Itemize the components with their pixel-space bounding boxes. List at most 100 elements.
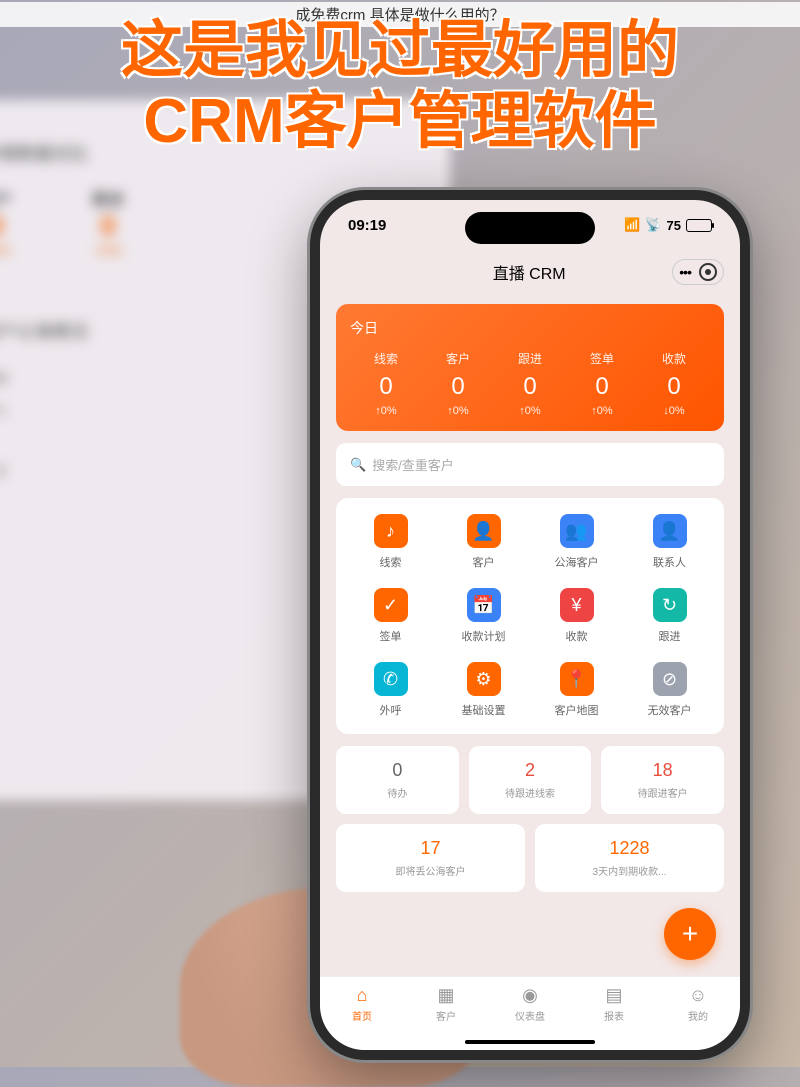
grid-label: 无效客户	[623, 702, 716, 718]
today-label: 今日	[350, 318, 710, 338]
grid-label: 签单	[344, 628, 437, 644]
grid-item-客户[interactable]: 👤 客户	[437, 514, 530, 570]
grid-item-基础设置[interactable]: ⚙ 基础设置	[437, 662, 530, 718]
stat-card[interactable]: 0 待办	[336, 746, 459, 814]
grid-item-收款[interactable]: ¥ 收款	[530, 588, 623, 644]
battery-pct: 75	[667, 218, 681, 233]
phone-notch	[465, 212, 595, 244]
grid-label: 外呼	[344, 702, 437, 718]
card-value: 0	[342, 760, 453, 781]
nav-label: 仪表盘	[488, 1008, 572, 1023]
stat-card[interactable]: 2 待跟进线索	[469, 746, 592, 814]
today-stat-item[interactable]: 跟进 0 ↑0%	[494, 350, 566, 417]
feature-grid: ♪ 线索👤 客户👥 公海客户👤 联系人✓ 签单📅 收款计划¥ 收款↻ 跟进✆ 外…	[336, 498, 724, 734]
card-value: 17	[342, 838, 519, 859]
grid-item-签单[interactable]: ✓ 签单	[344, 588, 437, 644]
stat-card[interactable]: 1228 3天内到期收款...	[535, 824, 724, 892]
stat-card[interactable]: 18 待跟进客户	[601, 746, 724, 814]
nav-item-仪表盘[interactable]: ◉ 仪表盘	[488, 977, 572, 1038]
grid-item-无效客户[interactable]: ⊘ 无效客户	[623, 662, 716, 718]
grid-icon: 👤	[467, 514, 501, 548]
grid-icon: ⚙	[467, 662, 501, 696]
grid-icon: 👥	[560, 514, 594, 548]
stat-value: 0	[494, 373, 566, 401]
stat-card[interactable]: 17 即将丢公海客户	[336, 824, 525, 892]
grid-icon: ♪	[374, 514, 408, 548]
nav-icon: ▦	[404, 985, 488, 1006]
home-indicator	[465, 1040, 595, 1044]
card-label: 待跟进线索	[475, 785, 586, 800]
stat-value: 0	[566, 373, 638, 401]
grid-item-公海客户[interactable]: 👥 公海客户	[530, 514, 623, 570]
stat-name: 收款	[638, 350, 710, 367]
grid-item-收款计划[interactable]: 📅 收款计划	[437, 588, 530, 644]
app-title: 直播 CRM	[386, 260, 672, 284]
grid-item-客户地图[interactable]: 📍 客户地图	[530, 662, 623, 718]
battery-icon	[686, 219, 712, 232]
card-label: 待跟进客户	[607, 785, 718, 800]
nav-item-客户[interactable]: ▦ 客户	[404, 977, 488, 1038]
stat-value: 0	[350, 373, 422, 401]
grid-icon: ✓	[374, 588, 408, 622]
nav-item-首页[interactable]: ⌂ 首页	[320, 977, 404, 1038]
grid-label: 客户	[437, 554, 530, 570]
nav-item-报表[interactable]: ▤ 报表	[572, 977, 656, 1038]
nav-label: 客户	[404, 1008, 488, 1023]
plus-icon: +	[682, 918, 698, 950]
stat-value: 0	[422, 373, 494, 401]
today-stat-item[interactable]: 签单 0 ↑0%	[566, 350, 638, 417]
add-button[interactable]: +	[664, 908, 716, 960]
app-header: 直播 CRM •••	[320, 250, 740, 294]
nav-icon: ☺	[656, 985, 740, 1006]
stat-pct: ↑0%	[566, 405, 638, 417]
grid-item-联系人[interactable]: 👤 联系人	[623, 514, 716, 570]
stat-name: 跟进	[494, 350, 566, 367]
grid-label: 客户地图	[530, 702, 623, 718]
card-value: 18	[607, 760, 718, 781]
stat-pct: ↑0%	[422, 405, 494, 417]
signal-icon: 📶	[624, 217, 640, 233]
grid-label: 公海客户	[530, 554, 623, 570]
stat-pct: ↑0%	[494, 405, 566, 417]
close-icon	[699, 263, 717, 281]
today-stat-item[interactable]: 收款 0 ↓0%	[638, 350, 710, 417]
phone-frame: 09:19 📶 📡 75 直播 CRM ••• 今日 线索 0 ↑0%客户 0 …	[310, 190, 750, 1060]
grid-icon: ¥	[560, 588, 594, 622]
grid-label: 跟进	[623, 628, 716, 644]
grid-icon: 📍	[560, 662, 594, 696]
search-input[interactable]: 🔍 搜索/查重客户	[336, 443, 724, 486]
nav-item-我的[interactable]: ☺ 我的	[656, 977, 740, 1038]
today-stat-item[interactable]: 线索 0 ↑0%	[350, 350, 422, 417]
stat-name: 线索	[350, 350, 422, 367]
nav-label: 我的	[656, 1008, 740, 1023]
today-stat-item[interactable]: 客户 0 ↑0%	[422, 350, 494, 417]
nav-label: 报表	[572, 1008, 656, 1023]
grid-label: 收款	[530, 628, 623, 644]
today-stats-card: 今日 线索 0 ↑0%客户 0 ↑0%跟进 0 ↑0%签单 0 ↑0%收款 0 …	[336, 304, 724, 431]
nav-label: 首页	[320, 1008, 404, 1023]
stat-value: 0	[638, 373, 710, 401]
grid-icon: ⊘	[653, 662, 687, 696]
miniprogram-menu[interactable]: •••	[672, 259, 724, 285]
grid-item-外呼[interactable]: ✆ 外呼	[344, 662, 437, 718]
grid-label: 线索	[344, 554, 437, 570]
grid-item-跟进[interactable]: ↻ 跟进	[623, 588, 716, 644]
card-value: 1228	[541, 838, 718, 859]
stat-pct: ↓0%	[638, 405, 710, 417]
grid-label: 收款计划	[437, 628, 530, 644]
search-icon: 🔍	[350, 457, 366, 473]
grid-label: 基础设置	[437, 702, 530, 718]
bottom-nav: ⌂ 首页▦ 客户◉ 仪表盘▤ 报表☺ 我的	[320, 976, 740, 1050]
nav-icon: ⌂	[320, 985, 404, 1006]
stat-name: 客户	[422, 350, 494, 367]
wifi-icon: 📡	[645, 217, 661, 233]
grid-item-线索[interactable]: ♪ 线索	[344, 514, 437, 570]
search-placeholder: 搜索/查重客户	[372, 455, 454, 474]
bg-stat: 客户 0 +0%	[0, 186, 12, 258]
stat-name: 签单	[566, 350, 638, 367]
grid-label: 联系人	[623, 554, 716, 570]
status-time: 09:19	[348, 217, 386, 234]
nav-icon: ◉	[488, 985, 572, 1006]
more-icon: •••	[679, 264, 691, 280]
card-label: 3天内到期收款...	[541, 863, 718, 878]
